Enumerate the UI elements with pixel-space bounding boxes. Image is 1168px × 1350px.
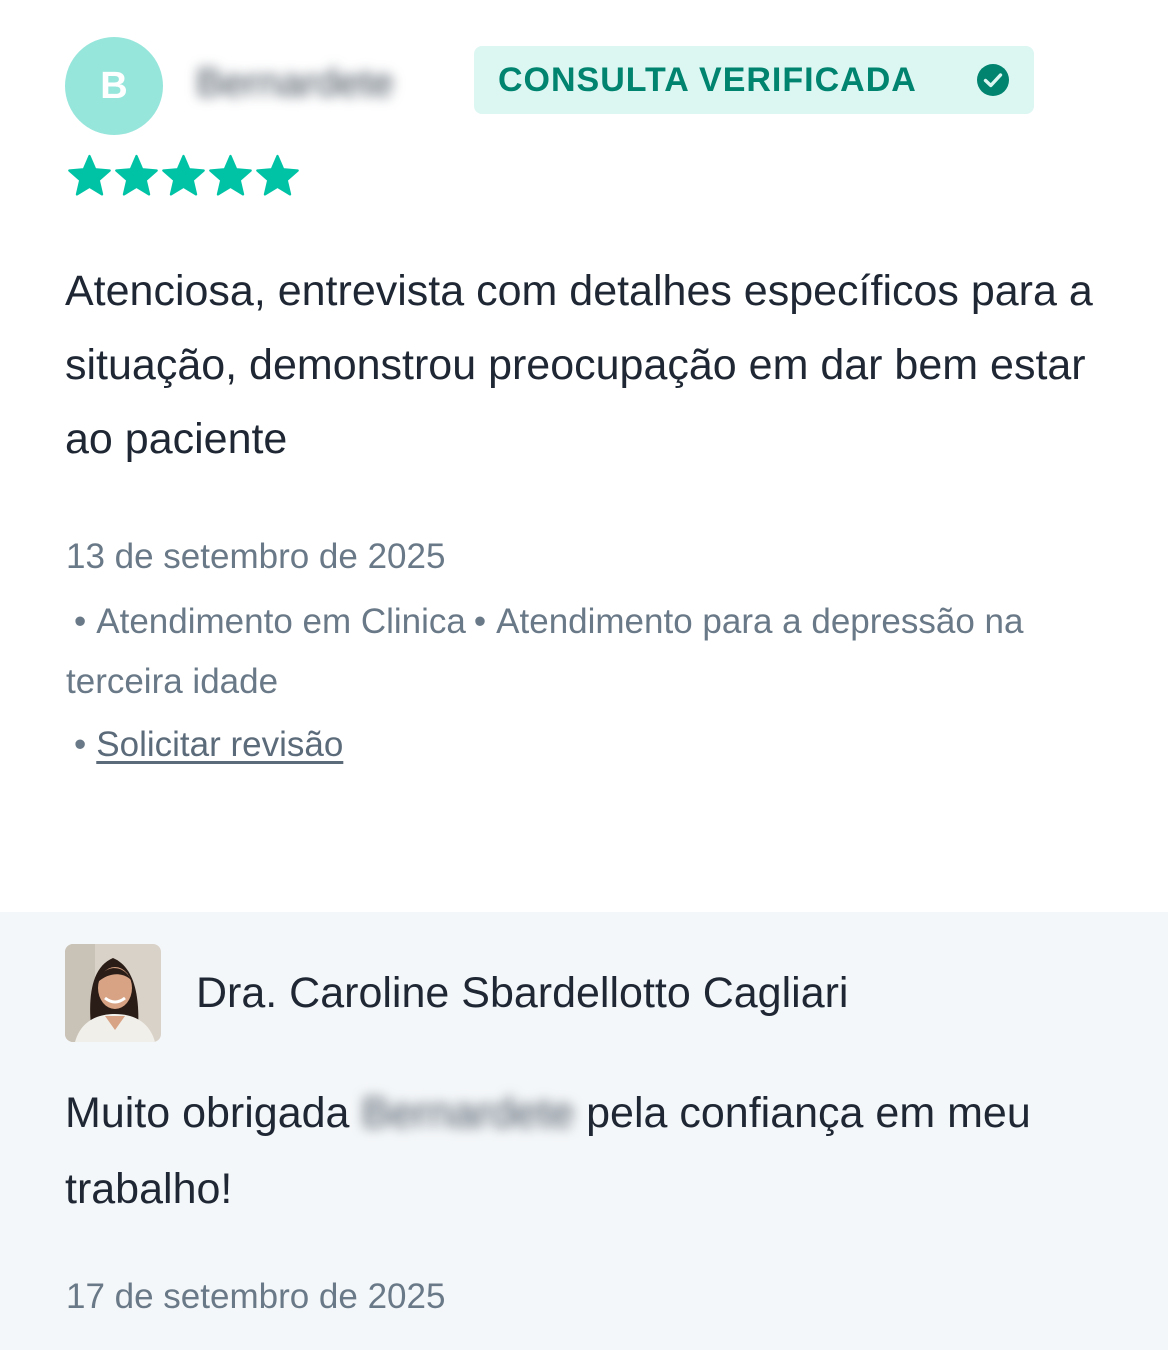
request-review-link[interactable]: Solicitar revisão (96, 725, 343, 764)
reply-text-start: Muito obrigada (65, 1089, 350, 1137)
avatar: B (65, 37, 163, 135)
verified-badge-label: CONSULTA VERIFICADA (498, 60, 917, 99)
star-icon (68, 154, 111, 196)
verified-badge: CONSULTA VERIFICADA (474, 46, 1034, 114)
star-icon (162, 154, 205, 196)
star-icon (256, 154, 299, 196)
bullet: • (74, 725, 87, 764)
patient-review: B Bernardete CONSULTA VERIFICADA Atencio… (0, 0, 1168, 912)
reply-text: Muito obrigada Bernardete pela confiança… (65, 1075, 1145, 1227)
reply-date: 17 de setembro de 2025 (66, 1277, 446, 1316)
check-circle-icon (977, 64, 1009, 96)
doctor-photo (65, 944, 161, 1042)
meta-visit-type: Atendimento em Clinica (96, 602, 466, 641)
star-rating (66, 152, 301, 202)
review-meta: • Atendimento em Clinica • Atendimento para… (66, 592, 1146, 712)
doctor-reply: Dra. Caroline Sbardellotto Cagliari Muit… (0, 912, 1168, 1350)
review-card: B Bernardete CONSULTA VERIFICADA Atencio… (0, 0, 1168, 1350)
review-text: Atenciosa, entrevista com detalhes espec… (65, 267, 1093, 463)
review-date: 13 de setembro de 2025 (66, 537, 446, 576)
bullet: • (74, 602, 87, 641)
star-icon (209, 154, 252, 196)
request-review-row: • Solicitar revisão (66, 720, 343, 770)
reply-patient-name: Bernardete (361, 1089, 575, 1137)
doctor-avatar-image (65, 944, 161, 1042)
bullet: • (473, 602, 487, 641)
patient-name: Bernardete (196, 61, 394, 105)
avatar-initial: B (100, 64, 128, 107)
doctor-name: Dra. Caroline Sbardellotto Cagliari (196, 969, 849, 1017)
star-icon (115, 154, 158, 196)
